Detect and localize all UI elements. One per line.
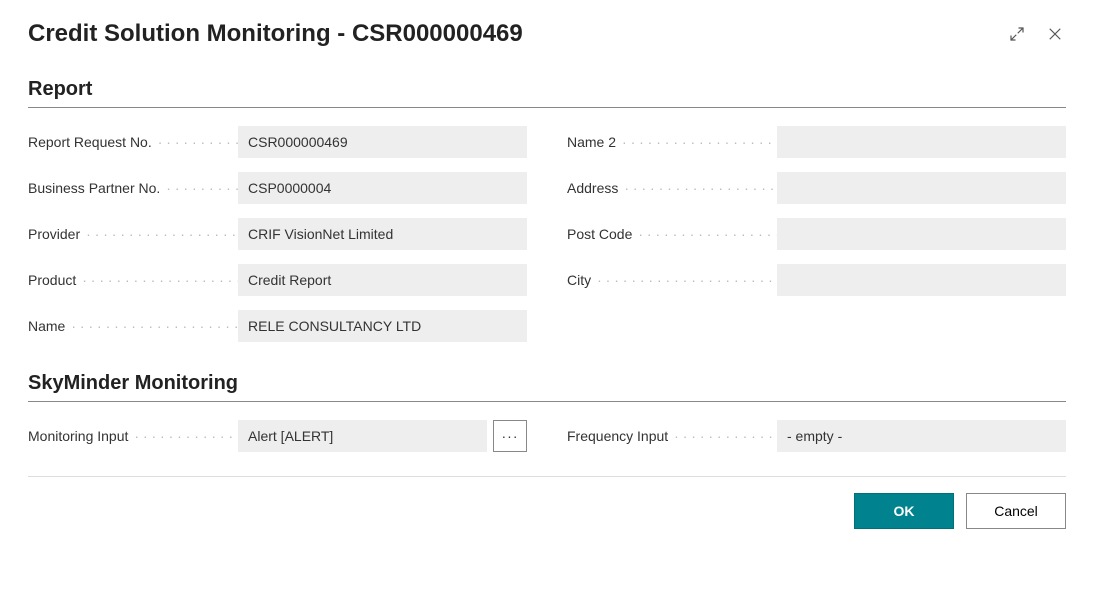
monitoring-input-row: Monitoring Input ··· [28, 420, 527, 452]
name2-field[interactable] [777, 126, 1066, 158]
dialog-header: Credit Solution Monitoring - CSR00000046… [28, 20, 1066, 48]
business-partner-no-field[interactable] [238, 172, 527, 204]
name-label: Name [28, 318, 238, 334]
frequency-input-label: Frequency Input [567, 428, 777, 444]
city-label: City [567, 272, 777, 288]
product-field[interactable] [238, 264, 527, 296]
business-partner-no-row: Business Partner No. [28, 172, 527, 204]
cancel-button[interactable]: Cancel [966, 493, 1066, 529]
city-field[interactable] [777, 264, 1066, 296]
monitoring-input-wrap: ··· [238, 420, 527, 452]
product-row: Product [28, 264, 527, 296]
frequency-input-row: Frequency Input [567, 420, 1066, 452]
monitoring-fields: Monitoring Input ··· Frequency Input [28, 420, 1066, 452]
provider-row: Provider [28, 218, 527, 250]
page-title: Credit Solution Monitoring - CSR00000046… [28, 20, 523, 48]
ok-button[interactable]: OK [854, 493, 954, 529]
provider-label: Provider [28, 226, 238, 242]
dialog-footer: OK Cancel [28, 476, 1066, 529]
postcode-label: Post Code [567, 226, 777, 242]
report-fields: Report Request No. Business Partner No. … [28, 126, 1066, 342]
postcode-field[interactable] [777, 218, 1066, 250]
dialog-card: Credit Solution Monitoring - CSR00000046… [0, 0, 1094, 549]
ellipsis-icon: ··· [502, 428, 519, 444]
business-partner-no-label: Business Partner No. [28, 180, 238, 196]
postcode-row: Post Code [567, 218, 1066, 250]
section-heading-report: Report [28, 78, 1066, 108]
monitoring-right-column: Frequency Input [567, 420, 1066, 452]
report-left-column: Report Request No. Business Partner No. … [28, 126, 527, 342]
frequency-input-field[interactable] [777, 420, 1066, 452]
report-right-column: Name 2 Address Post Code City [567, 126, 1066, 342]
name2-label: Name 2 [567, 134, 777, 150]
header-actions [1006, 23, 1066, 45]
monitoring-input-field[interactable] [238, 420, 487, 452]
address-field[interactable] [777, 172, 1066, 204]
report-request-no-field[interactable] [238, 126, 527, 158]
expand-icon[interactable] [1006, 23, 1028, 45]
name-row: Name [28, 310, 527, 342]
name-field[interactable] [238, 310, 527, 342]
close-icon[interactable] [1044, 23, 1066, 45]
monitoring-left-column: Monitoring Input ··· [28, 420, 527, 452]
monitoring-input-lookup-button[interactable]: ··· [493, 420, 527, 452]
section-heading-monitoring: SkyMinder Monitoring [28, 372, 1066, 402]
name2-row: Name 2 [567, 126, 1066, 158]
address-label: Address [567, 180, 777, 196]
city-row: City [567, 264, 1066, 296]
address-row: Address [567, 172, 1066, 204]
monitoring-input-label: Monitoring Input [28, 428, 238, 444]
product-label: Product [28, 272, 238, 288]
report-request-no-row: Report Request No. [28, 126, 527, 158]
report-request-no-label: Report Request No. [28, 134, 238, 150]
provider-field[interactable] [238, 218, 527, 250]
